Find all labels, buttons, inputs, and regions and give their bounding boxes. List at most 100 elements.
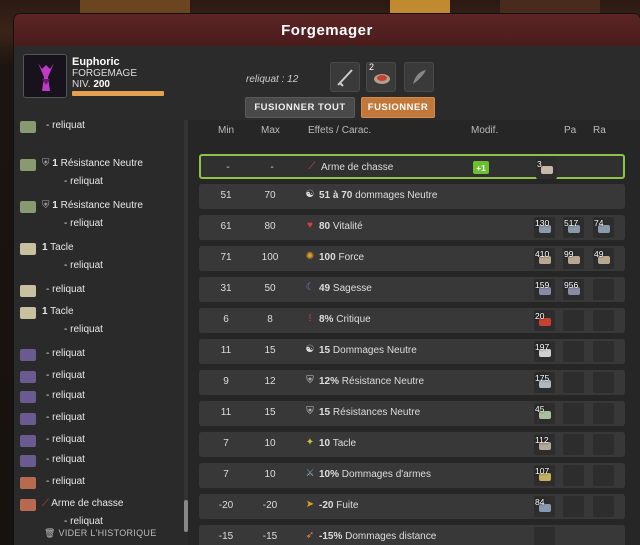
history-item-text: - reliquat	[46, 284, 85, 295]
rune-slot[interactable]: 956	[563, 279, 584, 300]
rune-slot[interactable]: 107	[534, 465, 555, 486]
rune-slot[interactable]	[563, 403, 584, 424]
xp-bar	[72, 91, 164, 96]
neutral-icon: ☯	[305, 344, 315, 355]
purple-rune-icon	[20, 371, 36, 383]
rune-slot[interactable]	[593, 465, 614, 486]
history-item-text: - reliquat	[46, 454, 85, 465]
col-effects: Effets / Carac.	[308, 125, 372, 136]
rune-slot[interactable]	[593, 372, 614, 393]
rune-slot[interactable]	[593, 310, 614, 331]
row-min: 61	[220, 221, 232, 232]
rune-slot[interactable]: 49	[593, 248, 614, 269]
sword-icon	[337, 69, 353, 87]
rune-slot[interactable]: 197	[534, 341, 555, 362]
history-item-text: - reliquat	[46, 476, 85, 487]
rune-slot-feather[interactable]	[404, 62, 434, 92]
history-item: ⟋ Arme de chasse	[14, 498, 184, 514]
row-max: 10	[264, 438, 276, 449]
col-pa: Pa	[564, 125, 577, 136]
clear-history-button[interactable]: 🗑 VIDER L'HISTORIQUE	[44, 528, 157, 539]
rune-slot[interactable]	[593, 403, 614, 424]
row-max: 50	[264, 283, 276, 294]
history-item-text: - reliquat	[46, 348, 85, 359]
table-row[interactable]: 71 100 ✺ 100 Force 410 99 49	[199, 246, 625, 271]
col-min: Min	[218, 125, 235, 136]
tackle-icon: ✦	[305, 437, 315, 448]
history-item: - reliquat	[14, 412, 184, 428]
history-item: - reliquat	[14, 390, 184, 406]
table-row[interactable]: 6 8! 8% Critique 20	[199, 308, 625, 333]
rune-slot[interactable]: 3	[536, 158, 557, 179]
character-name: Euphoric	[72, 56, 120, 68]
table-row[interactable]: - - ⟋ Arme de chasse +1 3	[199, 154, 625, 179]
rune-slot[interactable]	[593, 496, 614, 517]
character-level: NIV. 200	[72, 79, 110, 90]
purple-rune-icon	[20, 413, 36, 425]
rune-slot[interactable]: 159	[534, 279, 555, 300]
rune-slot[interactable]: 84	[534, 496, 555, 517]
critical-icon: !	[308, 313, 312, 324]
history-item: - reliquat	[14, 434, 184, 450]
rune-slot[interactable]: 130	[534, 217, 555, 238]
row-max: 15	[264, 345, 276, 356]
row-max: 100	[261, 252, 279, 263]
table-row[interactable]: 7 10 ✦ 10 Tacle 112	[199, 432, 625, 457]
rune-slot[interactable]: 410	[534, 248, 555, 269]
table-row[interactable]: 9 12 ⛨ 12% Résistance Neutre 175	[199, 370, 625, 395]
row-max: -	[270, 162, 274, 173]
table-row[interactable]: 51 70 ☯ 51 à 70 dommages Neutre	[199, 184, 625, 209]
history-item: - reliquat	[14, 348, 184, 364]
row-effect: 51 à 70 dommages Neutre	[319, 190, 438, 201]
history-item: - reliquat	[14, 218, 184, 234]
rune-slot[interactable]	[563, 341, 584, 362]
rune-slot[interactable]	[593, 341, 614, 362]
rune-slot[interactable]	[563, 434, 584, 455]
table-row[interactable]: 11 15 ⛨ 15 Résistances Neutre 45	[199, 401, 625, 426]
table-row[interactable]: 61 80 ♥ 80 Vitalité 130 517 74	[199, 215, 625, 240]
rune-slot[interactable]: 20	[534, 310, 555, 331]
table-row[interactable]: -15 -15 ➶ -15% Dommages distance	[199, 525, 625, 545]
table-row[interactable]: 7 10 ⚔ 10% Dommages d'armes 107	[199, 463, 625, 488]
row-min: 31	[220, 283, 232, 294]
history-panel[interactable]: - reliquat ⛨ 1 Résistance Neutre - reliqua…	[14, 120, 188, 545]
row-effect: 10 Tacle	[319, 438, 357, 449]
rune-slot[interactable]	[563, 465, 584, 486]
rune-slot[interactable]: 175	[534, 372, 555, 393]
rune-slot[interactable]: 74	[593, 217, 614, 238]
hunting-icon: ⟋	[308, 161, 316, 172]
table-row[interactable]: 11 15 ☯ 15 Dommages Neutre 197	[199, 339, 625, 364]
fuse-all-button[interactable]: FUSIONNER TOUT	[245, 97, 355, 118]
rune-slot[interactable]	[534, 527, 555, 545]
rune-slot[interactable]	[563, 372, 584, 393]
rune-slot[interactable]	[593, 279, 614, 300]
character-class: FORGEMAGE	[72, 68, 138, 79]
rune-slot[interactable]: 45	[534, 403, 555, 424]
fuse-button[interactable]: FUSIONNER	[361, 97, 435, 118]
rune-slot[interactable]: 112	[534, 434, 555, 455]
rune-slot[interactable]: 99	[563, 248, 584, 269]
purple-rune-icon	[20, 435, 36, 447]
history-item: ⛨ 1 Résistance Neutre	[14, 158, 184, 174]
rune-slot[interactable]	[563, 496, 584, 517]
purple-rune-icon	[20, 455, 36, 467]
rune-slot[interactable]: 517	[563, 217, 584, 238]
rune-slot[interactable]	[593, 434, 614, 455]
history-item-text: - reliquat	[64, 176, 103, 187]
red-rune-icon	[20, 499, 36, 511]
shield-icon: ⛨	[306, 375, 314, 386]
table-row[interactable]: 31 50 ☾ 49 Sagesse 159 956	[199, 277, 625, 302]
history-item: 1 Tacle	[14, 306, 184, 322]
row-min: -15	[218, 531, 234, 542]
rune-slot[interactable]	[563, 310, 584, 331]
table-row[interactable]: -20 -20 ➤ -20 Fuite 84	[199, 494, 625, 519]
effects-table: Min Max Effets / Carac. Modif. Pa Ra - - ⟋…	[188, 120, 640, 545]
title-bar[interactable]: Forgemager	[14, 14, 640, 46]
rune-slot-weapon[interactable]	[330, 62, 360, 92]
history-item: - reliquat	[14, 284, 184, 300]
shield-icon: ⛨	[306, 406, 314, 417]
history-item-text: 1 Tacle	[42, 306, 74, 317]
history-item: - reliquat	[14, 120, 184, 136]
rune-slot-rune[interactable]: 2	[366, 62, 396, 92]
tackle-rune-icon	[20, 307, 36, 319]
